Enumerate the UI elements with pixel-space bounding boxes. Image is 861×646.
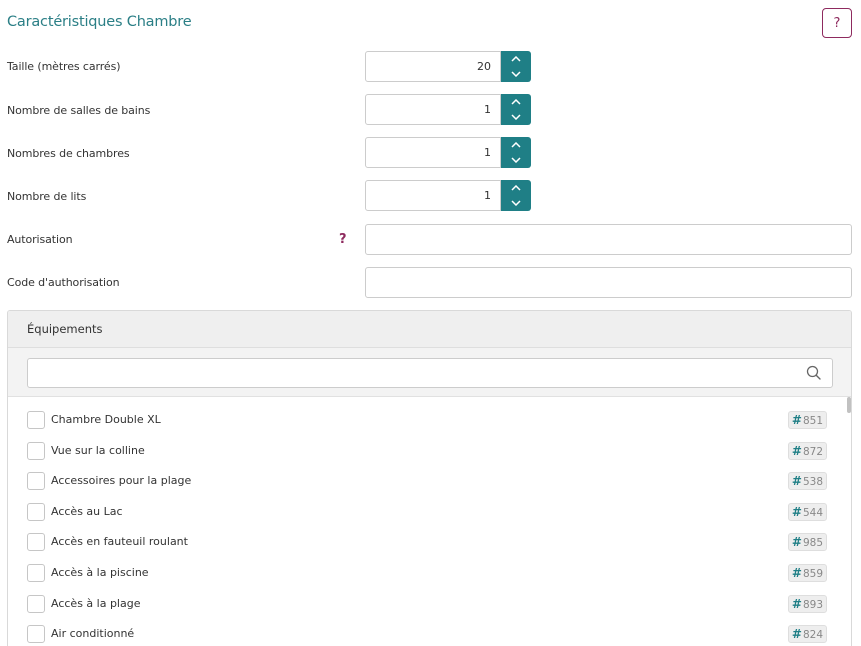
size-decrement-button[interactable]: [501, 67, 531, 83]
checkbox[interactable]: [27, 503, 45, 521]
list-item[interactable]: Air conditionné #824: [8, 625, 848, 646]
item-label: Accès à la piscine: [51, 566, 149, 579]
list-item[interactable]: Accès à la plage #893: [8, 595, 848, 625]
bathrooms-stepper-buttons: [501, 94, 531, 125]
chevron-down-icon: [511, 114, 521, 121]
amenities-header: Équipements: [8, 311, 851, 348]
bedrooms-stepper-buttons: [501, 137, 531, 168]
chevron-up-icon: [511, 98, 521, 105]
item-label: Chambre Double XL: [51, 413, 161, 426]
badge-value: 893: [802, 599, 823, 611]
size-label: Taille (mètres carrés): [7, 60, 121, 73]
item-label: Accès à la plage: [51, 597, 141, 610]
amenities-panel: Équipements Chambre Double XL #851 Vue s…: [7, 310, 852, 646]
item-label: Accessoires pour la plage: [51, 474, 192, 487]
hash-icon: #: [791, 627, 802, 641]
authorization-code-label: Code d'authorisation: [7, 276, 120, 289]
chevron-up-icon: [511, 55, 521, 62]
item-label: Air conditionné: [51, 627, 135, 640]
amenities-search-bar: [8, 348, 851, 397]
hash-icon: #: [791, 474, 802, 488]
id-badge: #985: [787, 533, 827, 551]
list-item[interactable]: Accessoires pour la plage #538: [8, 472, 848, 502]
list-item[interactable]: Accès à la piscine #859: [8, 564, 848, 594]
authorization-input[interactable]: [365, 224, 852, 255]
checkbox[interactable]: [27, 533, 45, 551]
chevron-up-icon: [511, 184, 521, 191]
id-badge: #859: [787, 564, 827, 582]
chevron-down-icon: [511, 157, 521, 164]
bedrooms-label: Nombres de chambres: [7, 147, 130, 160]
beds-stepper: 1: [365, 180, 531, 211]
bedrooms-stepper: 1: [365, 137, 531, 168]
list-item[interactable]: Accès en fauteuil roulant #985: [8, 533, 848, 563]
beds-stepper-buttons: [501, 180, 531, 211]
checkbox[interactable]: [27, 442, 45, 460]
bathrooms-label: Nombre de salles de bains: [7, 104, 151, 117]
section-title: Caractéristiques Chambre: [7, 14, 192, 30]
checkbox[interactable]: [27, 625, 45, 643]
search-icon: [806, 365, 821, 380]
amenities-search-input[interactable]: [27, 358, 833, 388]
badge-value: 824: [802, 629, 823, 641]
checkbox[interactable]: [27, 472, 45, 490]
hash-icon: #: [791, 413, 802, 427]
id-badge: #538: [787, 472, 827, 490]
checkbox[interactable]: [27, 595, 45, 613]
chevron-up-icon: [511, 141, 521, 148]
beds-increment-button[interactable]: [501, 180, 531, 196]
hash-icon: #: [791, 444, 802, 458]
hash-icon: #: [791, 597, 802, 611]
item-label: Vue sur la colline: [51, 444, 145, 457]
bathrooms-stepper: 1: [365, 94, 531, 125]
size-increment-button[interactable]: [501, 51, 531, 67]
help-button[interactable]: ?: [822, 8, 852, 38]
authorization-label: Autorisation: [7, 233, 73, 246]
item-label: Accès en fauteuil roulant: [51, 535, 188, 548]
badge-value: 872: [802, 446, 823, 458]
badge-value: 985: [802, 537, 823, 549]
chevron-down-icon: [511, 71, 521, 78]
size-stepper: 20: [365, 51, 531, 82]
beds-decrement-button[interactable]: [501, 196, 531, 212]
bedrooms-decrement-button[interactable]: [501, 153, 531, 169]
checkbox[interactable]: [27, 411, 45, 429]
list-scrollbar[interactable]: [847, 397, 851, 413]
beds-input[interactable]: 1: [365, 180, 501, 211]
id-badge: #893: [787, 595, 827, 613]
id-badge: #824: [787, 625, 827, 643]
chevron-down-icon: [511, 200, 521, 207]
authorization-code-input[interactable]: [365, 267, 852, 298]
bathrooms-input[interactable]: 1: [365, 94, 501, 125]
item-label: Accès au Lac: [51, 505, 123, 518]
list-item[interactable]: Vue sur la colline #872: [8, 442, 848, 472]
bedrooms-input[interactable]: 1: [365, 137, 501, 168]
id-badge: #544: [787, 503, 827, 521]
list-item[interactable]: Chambre Double XL #851: [8, 411, 848, 441]
checkbox[interactable]: [27, 564, 45, 582]
bedrooms-increment-button[interactable]: [501, 137, 531, 153]
badge-value: 538: [802, 476, 823, 488]
badge-value: 851: [802, 415, 823, 427]
hash-icon: #: [791, 505, 802, 519]
list-item[interactable]: Accès au Lac #544: [8, 503, 848, 533]
size-stepper-buttons: [501, 51, 531, 82]
authorization-help-icon[interactable]: ?: [339, 232, 347, 247]
size-input[interactable]: 20: [365, 51, 501, 82]
bathrooms-increment-button[interactable]: [501, 94, 531, 110]
bathrooms-decrement-button[interactable]: [501, 110, 531, 126]
id-badge: #851: [787, 411, 827, 429]
hash-icon: #: [791, 566, 802, 580]
badge-value: 544: [802, 507, 823, 519]
badge-value: 859: [802, 568, 823, 580]
beds-label: Nombre de lits: [7, 190, 87, 203]
id-badge: #872: [787, 442, 827, 460]
hash-icon: #: [791, 535, 802, 549]
